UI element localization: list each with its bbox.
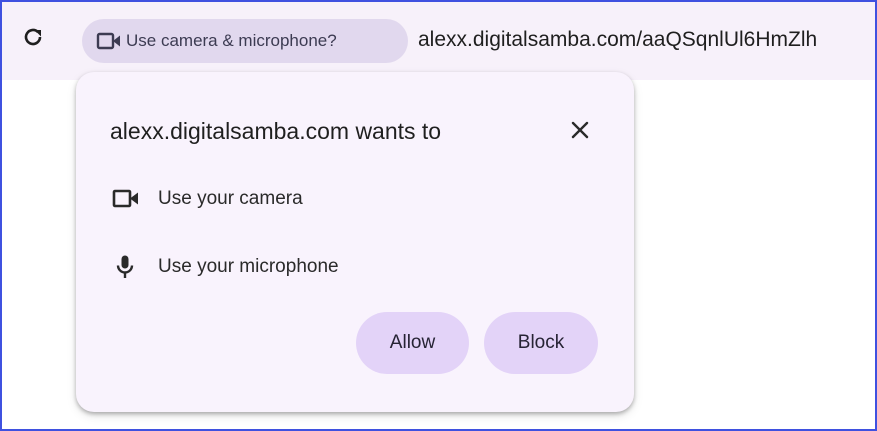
browser-window: Use camera & microphone? alexx.digitalsa… [0,0,877,431]
permission-label-camera: Use your camera [158,188,303,209]
permission-item-microphone: Use your microphone [112,252,532,282]
camera-icon [112,186,140,212]
close-icon[interactable] [566,116,594,144]
permission-item-camera: Use your camera [112,184,532,214]
address-bar-url[interactable]: alexx.digitalsamba.com/aaQSqnlUl6HmZlh [418,27,817,53]
reload-icon[interactable] [22,26,44,48]
camera-microphone-permission-chip[interactable]: Use camera & microphone? [82,19,408,63]
browser-toolbar: Use camera & microphone? alexx.digitalsa… [2,2,875,80]
microphone-icon [112,254,140,280]
permission-label-microphone: Use your microphone [158,256,339,277]
allow-button[interactable]: Allow [356,312,469,374]
permission-dialog-title: alexx.digitalsamba.com wants to [110,118,442,144]
permission-chip-label: Use camera & microphone? [126,31,337,50]
block-button[interactable]: Block [484,312,598,374]
permission-dialog: alexx.digitalsamba.com wants to Use your… [76,72,634,412]
camera-icon [96,31,122,51]
